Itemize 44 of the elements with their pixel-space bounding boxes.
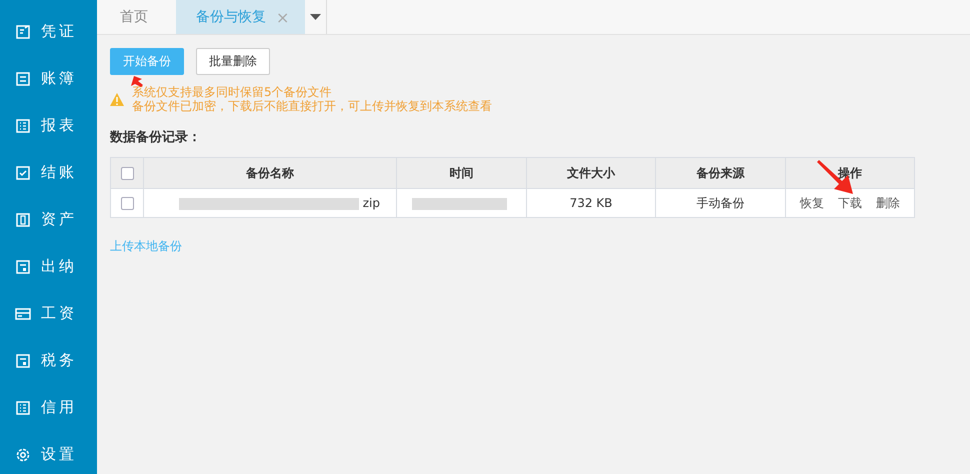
document-icon <box>15 212 31 228</box>
sidebar-item[interactable]: 资产 <box>0 196 97 243</box>
checkbox[interactable] <box>120 197 134 210</box>
dropdown-icon[interactable] <box>310 14 322 20</box>
sidebar-item[interactable]: 税务 <box>0 337 97 384</box>
sidebar-item[interactable]: 凭证 <box>0 8 97 55</box>
panel-icon <box>15 352 31 368</box>
table-cell: 手动备份 <box>656 188 786 218</box>
list-icon <box>15 118 31 134</box>
action-link[interactable]: 下载 <box>838 194 862 212</box>
start-backup-button[interactable]: 开始备份 <box>110 48 184 75</box>
table-cell: 732 KB <box>526 188 656 218</box>
action-link[interactable]: 恢复 <box>800 194 824 212</box>
sidebar-item[interactable]: 报表 <box>0 102 97 149</box>
sidebar-item[interactable]: 工资 <box>0 290 97 337</box>
settings-icon <box>15 446 31 462</box>
upload-link[interactable]: 上传本地备份 <box>110 239 182 253</box>
column-header: 备份来源 <box>656 158 786 188</box>
tab[interactable]: 备份与恢复 × <box>176 0 306 34</box>
warning-icon <box>110 92 124 106</box>
action-link[interactable]: 删除 <box>876 194 900 212</box>
notice-text: 系统仅支持最多同时保留5个备份文件 <box>132 85 333 99</box>
checkbox-icon <box>15 164 31 180</box>
column-header: 操作 <box>786 158 914 188</box>
edit-icon <box>15 24 31 40</box>
sidebar-item[interactable]: 信用 <box>0 384 97 431</box>
annotation-arrow <box>131 76 143 87</box>
calendar-icon <box>15 70 31 86</box>
section-title: 数据备份记录： <box>110 129 202 146</box>
column-header: 时间 <box>396 158 526 188</box>
sidebar-item[interactable]: 出纳 <box>0 243 97 290</box>
card-icon <box>15 306 31 322</box>
column-header: 文件大小 <box>526 158 656 188</box>
column-header: 备份名称 <box>144 158 396 188</box>
checkbox[interactable] <box>120 167 134 180</box>
sidebar-item[interactable]: 结账 <box>0 149 97 196</box>
tab[interactable]: 首页 <box>100 0 176 34</box>
table-cell: zip <box>362 196 380 210</box>
batch-delete-button[interactable]: 批量删除 <box>196 48 270 75</box>
list-icon <box>15 400 31 416</box>
notice-text: 备份文件已加密，下载后不能直接打开，可上传并恢复到本系统查看 <box>132 99 492 113</box>
sidebar-item[interactable]: 账簿 <box>0 55 97 102</box>
panel-icon <box>15 258 31 274</box>
sidebar-item[interactable]: 设置 <box>0 431 97 474</box>
